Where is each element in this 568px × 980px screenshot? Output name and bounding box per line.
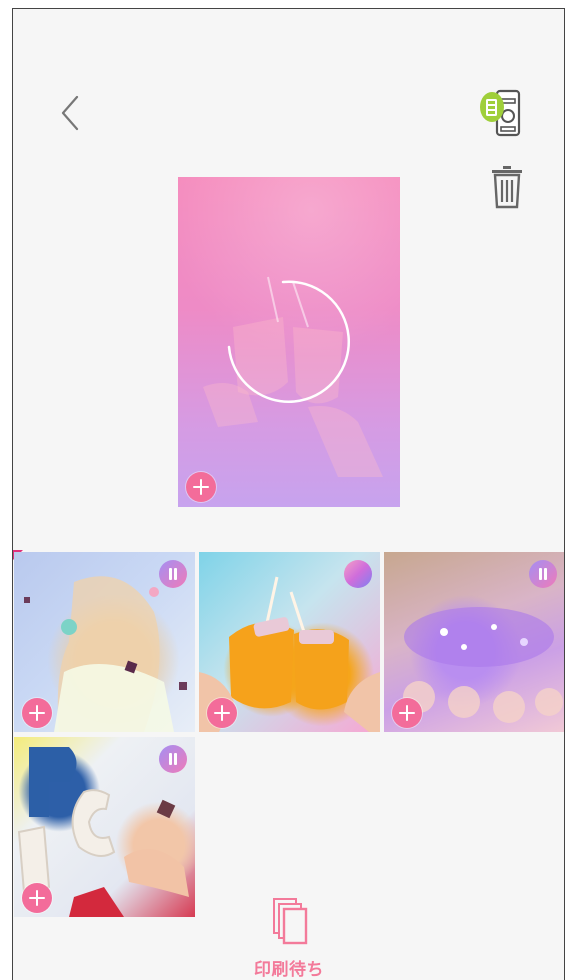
print-queue-tab[interactable]: 印刷待ち bbox=[239, 889, 339, 980]
printer-connected-icon bbox=[480, 89, 521, 137]
chevron-left-icon bbox=[61, 95, 79, 131]
pause-icon bbox=[539, 568, 542, 580]
add-copy-button[interactable] bbox=[207, 698, 237, 728]
printer-status-button[interactable] bbox=[479, 89, 529, 139]
add-copy-button[interactable] bbox=[392, 698, 422, 728]
paused-badge[interactable] bbox=[159, 560, 187, 588]
pause-icon bbox=[169, 568, 172, 580]
queue-item[interactable] bbox=[14, 737, 195, 917]
back-button[interactable] bbox=[55, 93, 91, 133]
add-copy-button[interactable] bbox=[22, 698, 52, 728]
queue-item[interactable] bbox=[384, 552, 564, 732]
queue-item[interactable] bbox=[199, 552, 380, 732]
paused-badge[interactable] bbox=[159, 745, 187, 773]
print-preview-image bbox=[178, 177, 400, 507]
pause-icon bbox=[169, 753, 172, 765]
tab-label: 印刷待ち bbox=[254, 960, 324, 980]
add-copy-button[interactable] bbox=[186, 472, 216, 502]
trash-icon bbox=[492, 166, 522, 209]
add-copy-button[interactable] bbox=[22, 883, 52, 913]
print-queue-screen: 印刷待ち bbox=[12, 8, 565, 980]
printing-progress-ring bbox=[227, 280, 350, 403]
printing-badge[interactable] bbox=[344, 560, 372, 588]
delete-button[interactable] bbox=[489, 164, 525, 210]
stacked-photos-icon bbox=[273, 898, 308, 945]
paused-badge[interactable] bbox=[529, 560, 557, 588]
queue-item[interactable] bbox=[14, 552, 195, 732]
